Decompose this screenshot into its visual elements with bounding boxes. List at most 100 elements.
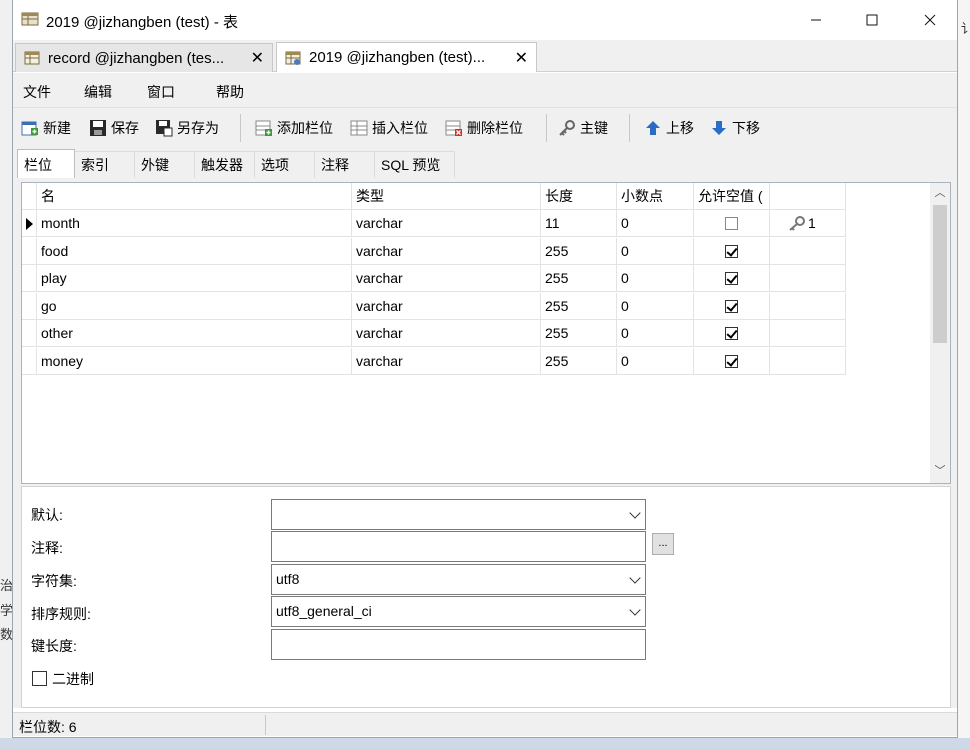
tab-fields[interactable]: 栏位 (17, 149, 75, 179)
tab-foreign-keys[interactable]: 外键 (135, 151, 195, 178)
cell-decimals[interactable]: 0 (617, 292, 694, 320)
cell-key[interactable]: 1 (770, 210, 846, 237)
move-up-button[interactable]: 上移 (644, 116, 694, 140)
tab-comments[interactable]: 注释 (315, 151, 375, 178)
header-decimals[interactable]: 小数点 (617, 183, 694, 210)
close-tab-icon[interactable]: ✕ (251, 48, 264, 68)
scrollbar-thumb[interactable] (933, 205, 947, 343)
insert-field-button[interactable]: 插入栏位 (350, 116, 428, 140)
move-down-button[interactable]: 下移 (710, 116, 760, 140)
header-type[interactable]: 类型 (352, 183, 541, 210)
row-selector[interactable] (22, 347, 37, 375)
cell-decimals[interactable]: 0 (617, 265, 694, 292)
table-row[interactable]: other varchar 255 0 (22, 320, 846, 347)
cell-key[interactable] (770, 347, 846, 375)
cell-length[interactable]: 255 (541, 237, 617, 265)
cell-decimals[interactable]: 0 (617, 347, 694, 375)
allow-null-checkbox[interactable] (725, 354, 738, 368)
collation-combobox[interactable]: utf8_general_ci (271, 596, 646, 627)
tab-sql-preview[interactable]: SQL 预览 (375, 151, 455, 178)
cell-name[interactable]: go (37, 292, 352, 320)
row-selector[interactable] (22, 320, 37, 347)
cell-name[interactable]: food (37, 237, 352, 265)
key-length-field[interactable] (271, 629, 646, 660)
chevron-down-icon[interactable] (629, 507, 641, 519)
minimize-button[interactable] (793, 6, 839, 34)
table-row[interactable]: money varchar 255 0 (22, 347, 846, 375)
cell-decimals[interactable]: 0 (617, 237, 694, 265)
cell-decimals[interactable]: 0 (617, 320, 694, 347)
chevron-down-icon[interactable] (629, 572, 641, 584)
table-row[interactable]: go varchar 255 0 (22, 292, 846, 320)
cell-name[interactable]: money (37, 347, 352, 375)
cell-name[interactable]: month (37, 210, 352, 237)
cell-allow-null (694, 210, 770, 237)
grid-vertical-scrollbar[interactable]: ︿ ﹀ (930, 183, 950, 483)
chevron-down-icon[interactable] (629, 604, 641, 616)
allow-null-checkbox[interactable] (725, 244, 738, 258)
tab-triggers[interactable]: 触发器 (195, 151, 255, 178)
table-row[interactable]: food varchar 255 0 (22, 237, 846, 265)
new-button[interactable]: 新建 (21, 116, 71, 140)
menu-window[interactable]: 窗口 (147, 82, 175, 102)
cell-length[interactable]: 11 (541, 210, 617, 237)
close-window-button[interactable] (907, 6, 953, 34)
cell-type[interactable]: varchar (352, 320, 541, 347)
cell-length[interactable]: 255 (541, 320, 617, 347)
comment-field[interactable] (271, 531, 646, 562)
tab-indexes[interactable]: 索引 (75, 151, 135, 178)
doc-tab-record[interactable]: record @jizhangben (tes... ✕ (15, 43, 273, 72)
cell-type[interactable]: varchar (352, 265, 541, 292)
allow-null-checkbox[interactable] (725, 272, 738, 285)
cell-key[interactable] (770, 320, 846, 347)
maximize-button[interactable] (849, 6, 895, 34)
allow-null-checkbox[interactable] (725, 217, 738, 230)
header-name[interactable]: 名 (37, 183, 352, 210)
primary-key-button[interactable]: 主键 (558, 116, 608, 140)
save-as-button[interactable]: 另存为 (155, 116, 219, 140)
save-button[interactable]: 保存 (89, 116, 139, 140)
row-selector[interactable] (22, 292, 37, 320)
table-row[interactable]: play varchar 255 0 (22, 265, 846, 292)
cell-length[interactable]: 255 (541, 265, 617, 292)
cell-type[interactable]: varchar (352, 347, 541, 375)
cell-key[interactable] (770, 292, 846, 320)
delete-field-button[interactable]: 删除栏位 (445, 116, 523, 140)
add-field-button[interactable]: 添加栏位 (255, 116, 333, 140)
row-selector[interactable] (22, 237, 37, 265)
cell-name[interactable]: other (37, 320, 352, 347)
cell-decimals[interactable]: 0 (617, 210, 694, 237)
cell-length[interactable]: 255 (541, 292, 617, 320)
header-length[interactable]: 长度 (541, 183, 617, 210)
cell-key[interactable] (770, 265, 846, 292)
cell-name[interactable]: play (37, 265, 352, 292)
title-bar[interactable]: 2019 @jizhangben (test) - 表 (13, 0, 957, 40)
cell-type[interactable]: varchar (352, 237, 541, 265)
table-row[interactable]: month varchar 11 0 1 (22, 210, 846, 237)
toolbar-separator (240, 114, 241, 142)
default-combobox[interactable] (271, 499, 646, 530)
cell-type[interactable]: varchar (352, 210, 541, 237)
comment-edit-button[interactable]: ... (652, 533, 674, 555)
tab-label: 触发器 (201, 157, 243, 173)
scroll-down-icon[interactable]: ﹀ (930, 461, 950, 481)
close-tab-icon[interactable]: ✕ (515, 48, 528, 68)
cell-length[interactable]: 255 (541, 347, 617, 375)
menu-edit[interactable]: 编辑 (84, 82, 112, 102)
binary-checkbox[interactable] (32, 671, 47, 686)
menu-help[interactable]: 帮助 (216, 82, 244, 102)
scroll-up-icon[interactable]: ︿ (930, 183, 950, 203)
tab-options[interactable]: 选项 (255, 151, 315, 178)
row-selector[interactable] (22, 265, 37, 292)
row-selector[interactable] (22, 210, 37, 237)
header-key[interactable] (770, 183, 846, 210)
allow-null-checkbox[interactable] (725, 327, 738, 340)
menu-file[interactable]: 文件 (23, 82, 51, 102)
doc-tab-2019[interactable]: 2019 @jizhangben (test)... ✕ (276, 42, 537, 72)
cell-type[interactable]: varchar (352, 292, 541, 320)
background-text: 数 (0, 627, 12, 642)
allow-null-checkbox[interactable] (725, 299, 738, 313)
charset-combobox[interactable]: utf8 (271, 564, 646, 595)
cell-key[interactable] (770, 237, 846, 265)
header-allow-null[interactable]: 允许空值 ( (694, 183, 770, 210)
